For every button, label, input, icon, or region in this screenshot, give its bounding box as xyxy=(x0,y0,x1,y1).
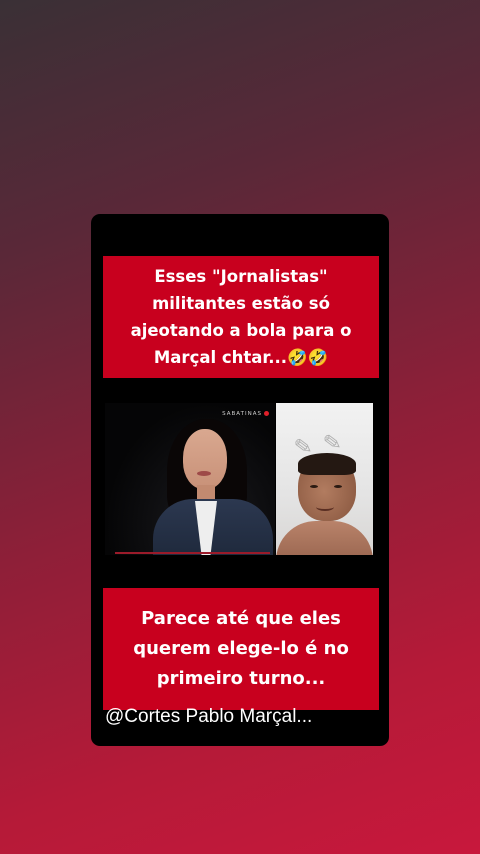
video-clip[interactable]: SABATINAS ✎ ✎ xyxy=(105,403,373,557)
channel-watermark: @Cortes Pablo Marçal... xyxy=(105,706,313,727)
caption-bottom-text: Parece até que eles querem elege-lo é no… xyxy=(133,608,349,689)
video-panel-interviewer: SABATINAS xyxy=(105,403,275,555)
caption-top-text: Esses "Jornalistas" militantes estão só … xyxy=(130,267,352,367)
story-card: Esses "Jornalistas" militantes estão só … xyxy=(91,214,389,746)
caption-bottom: Parece até que eles querem elege-lo é no… xyxy=(103,588,379,710)
kid-eye-right xyxy=(334,485,342,488)
live-dot-icon xyxy=(264,411,269,416)
sabatinas-label: SABATINAS xyxy=(222,411,269,417)
woman-mouth xyxy=(197,471,211,476)
caption-top: Esses "Jornalistas" militantes estão só … xyxy=(103,256,379,378)
kid-eye-left xyxy=(310,485,318,488)
video-red-line xyxy=(115,552,270,554)
kid-smile xyxy=(316,503,334,511)
woman-face xyxy=(183,429,227,489)
kid-hair xyxy=(298,453,356,475)
video-panel-reaction: ✎ ✎ xyxy=(276,403,373,555)
sabatinas-text: SABATINAS xyxy=(222,411,262,417)
kid-body xyxy=(276,521,373,555)
